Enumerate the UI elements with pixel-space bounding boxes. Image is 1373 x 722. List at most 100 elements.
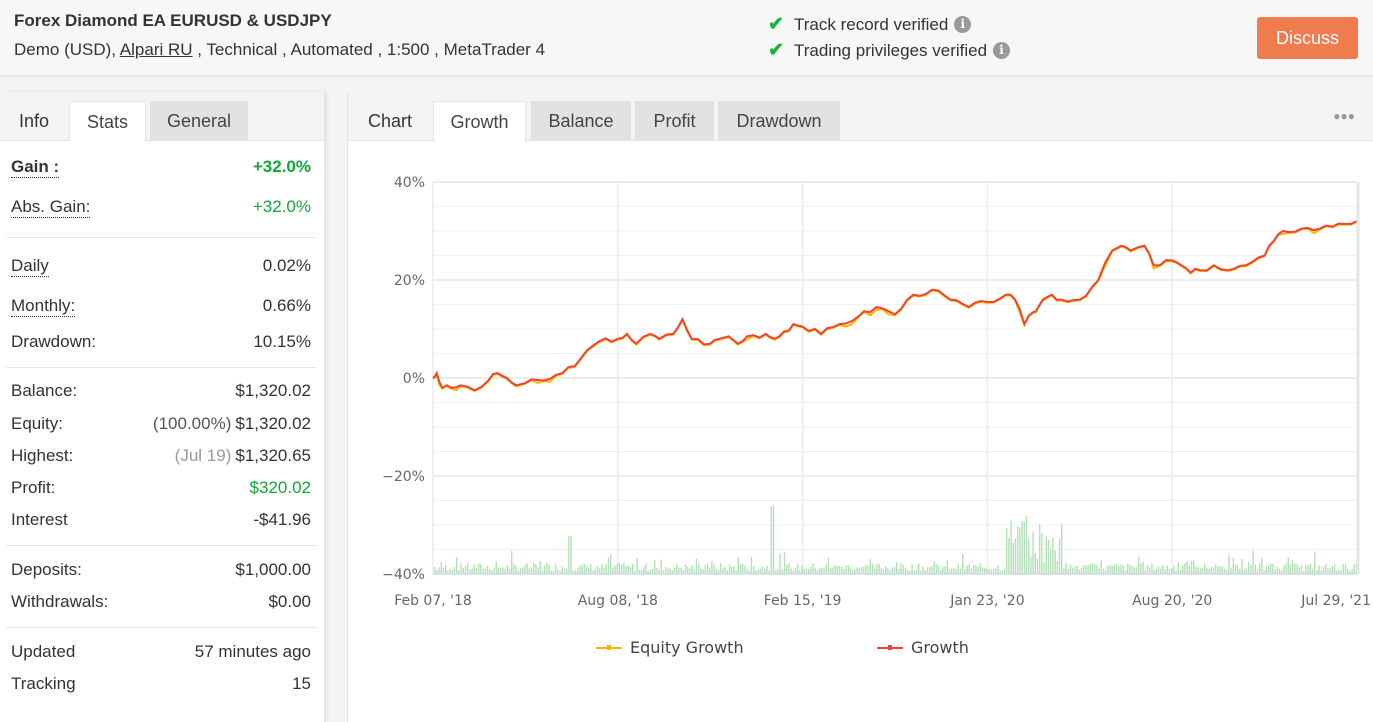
volume-bar	[1019, 527, 1021, 574]
legend-equity-growth[interactable]: Equity Growth	[596, 638, 744, 657]
volume-bar	[902, 565, 904, 574]
volume-bar	[1305, 564, 1307, 574]
growth-line[interactable]	[432, 220, 1358, 392]
volume-bar	[1032, 531, 1034, 574]
y-tick-label: 0%	[403, 371, 425, 387]
track-record-verified: ✔ Track record verified i	[768, 13, 972, 36]
volume-bar	[634, 570, 636, 574]
volume-bar	[1135, 567, 1138, 574]
discuss-button[interactable]: Discuss	[1257, 17, 1358, 59]
volume-bar	[777, 568, 779, 574]
stat-value: $1,320.02	[235, 381, 311, 400]
volume-bar	[882, 569, 885, 574]
volume-bar	[700, 567, 702, 574]
volume-bar	[456, 557, 458, 574]
x-tick-label: Jul 29, '21	[1300, 593, 1371, 609]
legend-growth[interactable]: Growth	[877, 638, 969, 657]
growth-chart[interactable]: Feb 07, '18 Aug 08, '18 Feb 15, '19 Jan 23,…	[348, 92, 1373, 632]
stat-label[interactable]: Monthly:	[11, 296, 76, 317]
volume-bar	[493, 567, 495, 574]
volume-bar	[1025, 516, 1028, 574]
volume-bar	[574, 570, 577, 574]
volume-bar	[1285, 563, 1287, 574]
volume-bar	[1061, 523, 1063, 574]
volume-bar	[1250, 564, 1252, 574]
volume-bar	[1116, 564, 1118, 574]
volume-bar	[957, 563, 959, 574]
volume-bar	[1153, 570, 1155, 574]
volume-bar	[1197, 567, 1199, 574]
volume-bar	[572, 570, 574, 574]
volume-bar	[1254, 564, 1256, 574]
volume-bar	[1217, 565, 1219, 574]
volume-bar	[1263, 570, 1265, 574]
info-icon[interactable]: i	[993, 42, 1011, 59]
volume-bar	[640, 569, 643, 574]
volume-bar	[662, 570, 665, 574]
volume-bar	[1325, 563, 1327, 574]
broker-link[interactable]: Alpari RU	[120, 40, 193, 59]
volume-bar	[596, 566, 599, 574]
volume-bar	[1230, 567, 1232, 574]
header-bar: Forex Diamond EA EURUSD & USDJPY Demo (U…	[0, 0, 1373, 76]
volume-bar	[792, 570, 794, 574]
info-icon[interactable]: i	[954, 16, 972, 33]
stats-panel: Info Stats General Gain : +32.0% Abs. Ga…	[0, 92, 325, 722]
volume-bar	[1190, 561, 1193, 574]
volume-bar	[1252, 551, 1254, 574]
volume-bar	[515, 565, 517, 574]
stat-updated: Updated 57 minutes ago	[11, 639, 311, 665]
volume-bar	[684, 564, 687, 574]
volume-bar	[746, 569, 748, 574]
volume-bar	[1219, 566, 1221, 574]
tab-general[interactable]: General	[150, 101, 248, 141]
volume-bar	[823, 567, 825, 574]
volume-bar	[1006, 528, 1008, 574]
volume-bar	[1208, 569, 1210, 574]
volume-bar	[1140, 563, 1142, 574]
volume-bar	[1278, 568, 1281, 574]
stat-monthly: Monthly: 0.66%	[11, 293, 311, 319]
tab-info[interactable]: Info	[0, 101, 68, 141]
volume-bar	[918, 563, 920, 574]
volume-bar	[1052, 538, 1054, 574]
volume-bar	[561, 567, 563, 574]
y-tick-label: 20%	[394, 273, 425, 289]
volume-bar	[616, 563, 618, 574]
volume-bar	[812, 563, 814, 574]
volume-bar	[451, 569, 453, 574]
stat-label: Equity:	[11, 414, 63, 433]
volume-bar	[1089, 563, 1091, 574]
volume-bar	[513, 564, 515, 574]
volume-bar	[1177, 562, 1179, 574]
stat-label[interactable]: Daily	[11, 256, 49, 277]
volume-bar	[814, 568, 816, 574]
volume-bar	[1320, 569, 1322, 574]
stat-label: Updated	[11, 642, 76, 661]
volume-bar	[548, 564, 550, 574]
stat-label: Highest:	[11, 446, 74, 465]
volume-bar	[1083, 564, 1085, 574]
volume-bar	[1146, 564, 1149, 574]
stat-label[interactable]: Abs. Gain:	[11, 197, 91, 218]
volume-bar	[627, 564, 629, 574]
volume-bar	[1168, 569, 1171, 574]
stat-equity: Equity: (100.00%) $1,320.02	[11, 411, 311, 437]
volume-bar	[1259, 563, 1261, 574]
stat-label[interactable]: Gain :	[11, 157, 60, 178]
y-tick-label: −20%	[382, 469, 425, 485]
volume-bar	[1105, 569, 1107, 574]
tab-stats[interactable]: Stats	[69, 101, 146, 142]
volume-bar	[1056, 561, 1058, 574]
volume-bar	[1292, 560, 1294, 574]
volume-bar	[999, 570, 1001, 574]
volume-bar	[720, 563, 722, 574]
volume-bar	[1265, 566, 1267, 574]
volume-bar	[845, 565, 847, 574]
volume-bar	[462, 567, 464, 574]
volume-bar	[1204, 563, 1206, 574]
volume-bar	[687, 566, 689, 574]
volume-bar	[893, 566, 896, 574]
volume-bar	[880, 567, 882, 574]
volume-bar	[1344, 563, 1347, 574]
